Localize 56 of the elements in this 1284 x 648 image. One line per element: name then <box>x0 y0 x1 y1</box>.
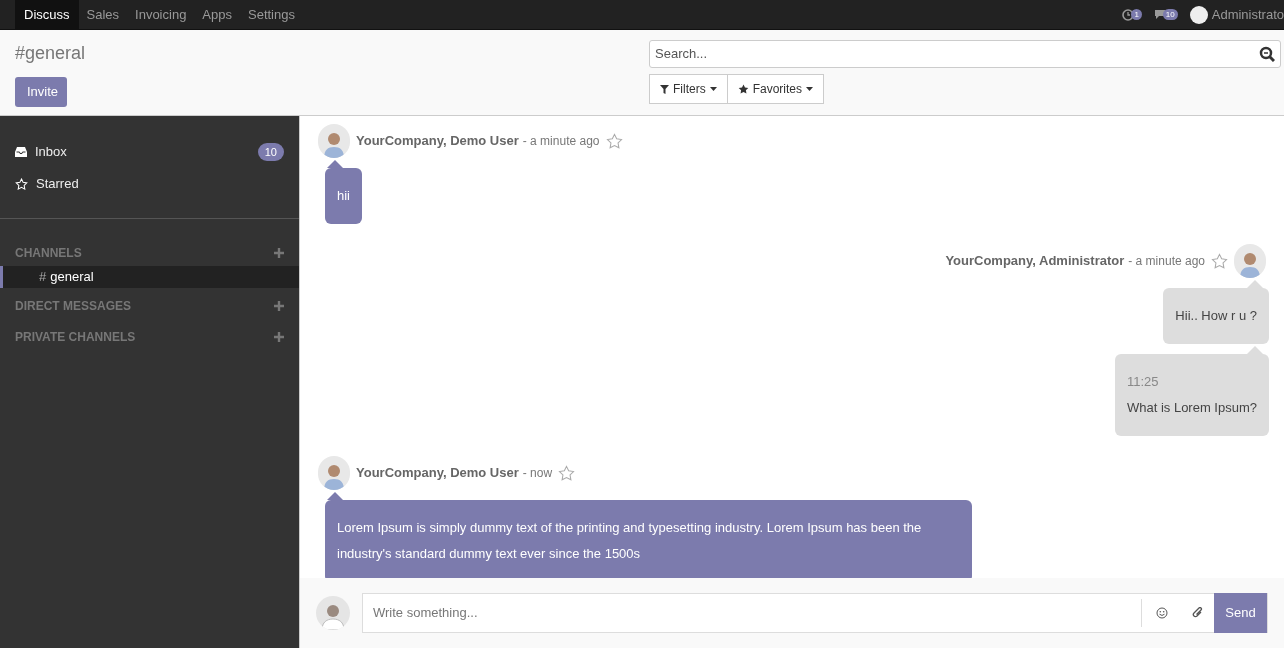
add-icon[interactable] <box>274 300 284 311</box>
count-badge: 10 <box>257 143 284 161</box>
section-header: PRIVATE CHANNELS <box>15 328 136 346</box>
bubble-tail <box>1247 280 1263 288</box>
caret-icon <box>806 87 814 91</box>
paperclip-icon[interactable] <box>1192 607 1204 619</box>
activity-count-badge: 1 <box>1131 9 1142 20</box>
add-icon[interactable] <box>274 331 284 342</box>
star-icon <box>737 84 749 94</box>
send-button[interactable]: Send <box>1214 593 1267 633</box>
user-menu[interactable]: Administrato <box>1189 4 1284 25</box>
search-field[interactable]: Search... <box>655 44 1259 64</box>
author-name[interactable]: YourCompany, Demo User <box>356 463 519 483</box>
search-icon[interactable] <box>1259 46 1275 62</box>
filters-button[interactable]: Filters <box>649 74 728 104</box>
star-icon[interactable] <box>605 133 623 149</box>
bubble-tail <box>327 492 343 500</box>
avatar <box>1189 5 1208 24</box>
menu-item[interactable]: Discuss <box>15 0 79 29</box>
message-time: - now <box>522 465 553 482</box>
sidebar-item[interactable]: Starred <box>0 168 299 200</box>
avatar <box>318 456 350 490</box>
section-header: CHANNELS <box>15 244 82 262</box>
author-name[interactable]: YourCompany, Administrator <box>945 251 1125 271</box>
star-icon <box>15 178 28 190</box>
menu-item[interactable]: Invoicing <box>127 0 195 29</box>
menu-item[interactable]: Settings <box>240 0 303 29</box>
avatar <box>1234 244 1266 278</box>
star-icon[interactable] <box>558 465 576 481</box>
avatar <box>316 596 350 630</box>
sidebar-item[interactable]: Inbox 10 <box>0 136 299 168</box>
section-header: DIRECT MESSAGES <box>15 297 131 315</box>
caret-icon <box>709 87 717 91</box>
bubble-tail <box>327 160 343 168</box>
chat-icon[interactable] <box>1153 9 1166 20</box>
composer-box[interactable]: Write something... Send <box>362 593 1268 633</box>
message-input-field[interactable]: Write something... <box>363 603 1141 623</box>
inbox-icon <box>15 147 27 157</box>
menu-item[interactable]: Apps <box>194 0 240 29</box>
message-count-badge: 10 <box>1162 9 1178 20</box>
search-bar[interactable]: Search... <box>649 40 1281 68</box>
message-time: - a minute ago <box>1128 253 1205 270</box>
author-name[interactable]: YourCompany, Demo User <box>356 131 519 151</box>
clock-icon[interactable] <box>1122 8 1135 21</box>
bubble-tail <box>1247 346 1263 354</box>
star-icon[interactable] <box>1211 253 1228 269</box>
filter-icon <box>660 84 669 94</box>
menu-item[interactable]: Sales <box>78 0 128 29</box>
page-title: #general <box>15 42 86 65</box>
message-time: - a minute ago <box>522 133 600 150</box>
invite-button[interactable]: Invite <box>15 77 67 107</box>
add-icon[interactable] <box>274 247 284 258</box>
channel-item[interactable]: # general <box>0 266 299 288</box>
avatar <box>318 124 350 158</box>
favorites-button[interactable]: Favorites <box>726 74 825 104</box>
emoji-icon[interactable] <box>1156 607 1168 619</box>
